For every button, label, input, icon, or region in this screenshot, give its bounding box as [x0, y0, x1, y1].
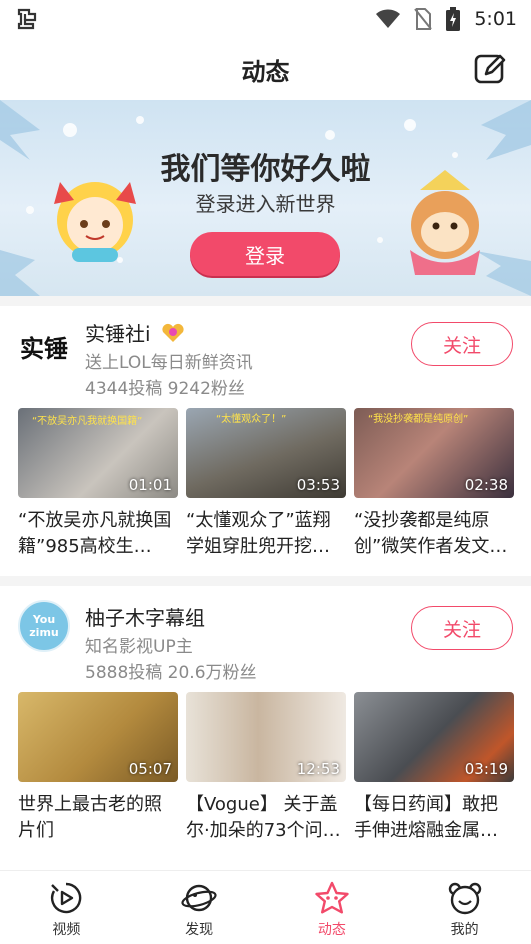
- video-title[interactable]: “太懂观众了”蓝翔学姐穿肚兜开挖…: [186, 508, 346, 560]
- video-duration: 03:53: [296, 476, 340, 494]
- uploader-stats: 5888投稿 20.6万粉丝: [85, 663, 257, 683]
- tab-video[interactable]: 视频: [0, 871, 133, 944]
- heart-badge-icon: [162, 323, 184, 342]
- login-button[interactable]: 登录: [190, 232, 340, 276]
- wifi-icon: [376, 9, 401, 28]
- no-sim-icon: [414, 8, 433, 30]
- follow-button[interactable]: 关注: [411, 322, 513, 366]
- tab-label: 我的: [450, 922, 479, 938]
- star-icon: [315, 881, 349, 914]
- video-duration: 02:38: [464, 476, 508, 494]
- video-duration: 05:07: [128, 760, 172, 778]
- video-title[interactable]: “不放吴亦凡就换国籍”985高校生…: [18, 508, 178, 560]
- video-thumbnail[interactable]: “不放吴亦凡我就换国籍” 01:01: [18, 408, 178, 498]
- video-card[interactable]: “我没抄袭都是纯原创” 02:38 “没抄袭都是纯原创”微笑作者发文…: [354, 408, 514, 560]
- tab-mine[interactable]: 我的: [398, 871, 531, 944]
- video-title[interactable]: 【Vogue】 关于盖尔·加朵的73个问…: [186, 792, 346, 844]
- tab-label: 视频: [52, 922, 81, 938]
- video-duration: 01:01: [128, 476, 172, 494]
- uploader-stats: 4344投稿 9242粉丝: [85, 379, 245, 399]
- uploader-desc: 知名影视UP主: [85, 637, 193, 657]
- tab-dynamic[interactable]: 动态: [266, 871, 399, 944]
- video-title[interactable]: 【每日药闻】敢把手伸进熔融金属…: [354, 792, 514, 844]
- video-card[interactable]: “不放吴亦凡我就换国籍” 01:01 “不放吴亦凡就换国籍”985高校生…: [18, 408, 178, 560]
- uploader-card: You zimu 柚子木字幕组 知名影视UP主 5888投稿 20.6万粉丝 关…: [0, 586, 531, 866]
- battery-icon: [446, 7, 461, 31]
- page-title: 动态: [241, 57, 290, 86]
- divider: [0, 296, 531, 306]
- status-bar: 5:01: [0, 0, 531, 38]
- edit-icon[interactable]: [473, 52, 507, 86]
- video-card[interactable]: 12:53 【Vogue】 关于盖尔·加朵的73个问…: [186, 692, 346, 844]
- uploader-name[interactable]: 柚子木字幕组: [85, 602, 205, 631]
- video-thumbnail[interactable]: 03:19: [354, 692, 514, 782]
- avatar[interactable]: 实锤: [18, 320, 70, 372]
- video-icon: [51, 882, 82, 914]
- video-thumbnail[interactable]: “我没抄袭都是纯原创” 02:38: [354, 408, 514, 498]
- clock: 5:01: [474, 8, 517, 30]
- follow-button[interactable]: 关注: [411, 606, 513, 650]
- video-thumbnail[interactable]: 12:53: [186, 692, 346, 782]
- uploader-name[interactable]: 实锤社i: [85, 322, 151, 346]
- tab-label: 动态: [317, 922, 346, 938]
- banner-headline: 我们等你好久啦: [160, 152, 371, 187]
- video-card[interactable]: “太懂观众了！” 03:53 “太懂观众了”蓝翔学姐穿肚兜开挖…: [186, 408, 346, 560]
- uploader-desc: 送上LOL每日新鲜资讯: [85, 353, 253, 373]
- bug-icon: [14, 6, 40, 38]
- bottom-tab-bar: 视频 发现 动态 我的: [0, 870, 531, 944]
- tab-discover[interactable]: 发现: [133, 871, 266, 944]
- planet-icon: [181, 884, 217, 912]
- divider: [0, 576, 531, 586]
- video-thumbnail[interactable]: 05:07: [18, 692, 178, 782]
- banner-subline: 登录进入新世界: [195, 192, 336, 216]
- video-duration: 03:19: [464, 760, 508, 778]
- video-card[interactable]: 05:07 世界上最古老的照片们: [18, 692, 178, 844]
- avatar[interactable]: You zimu: [18, 600, 70, 652]
- bear-icon: [448, 882, 481, 915]
- video-title[interactable]: 世界上最古老的照片们: [18, 792, 178, 844]
- video-title[interactable]: “没抄袭都是纯原创”微笑作者发文…: [354, 508, 514, 560]
- uploader-card: 实锤 实锤社i 送上LOL每日新鲜资讯 4344投稿 9242粉丝 关注 “不放…: [0, 306, 531, 576]
- video-card[interactable]: 03:19 【每日药闻】敢把手伸进熔融金属…: [354, 692, 514, 844]
- tab-label: 发现: [185, 922, 214, 938]
- video-thumbnail[interactable]: “太懂观众了！” 03:53: [186, 408, 346, 498]
- app-bar: 动态: [0, 38, 531, 100]
- login-banner: 我们等你好久啦 登录进入新世界 登录: [0, 100, 531, 296]
- video-duration: 12:53: [296, 760, 340, 778]
